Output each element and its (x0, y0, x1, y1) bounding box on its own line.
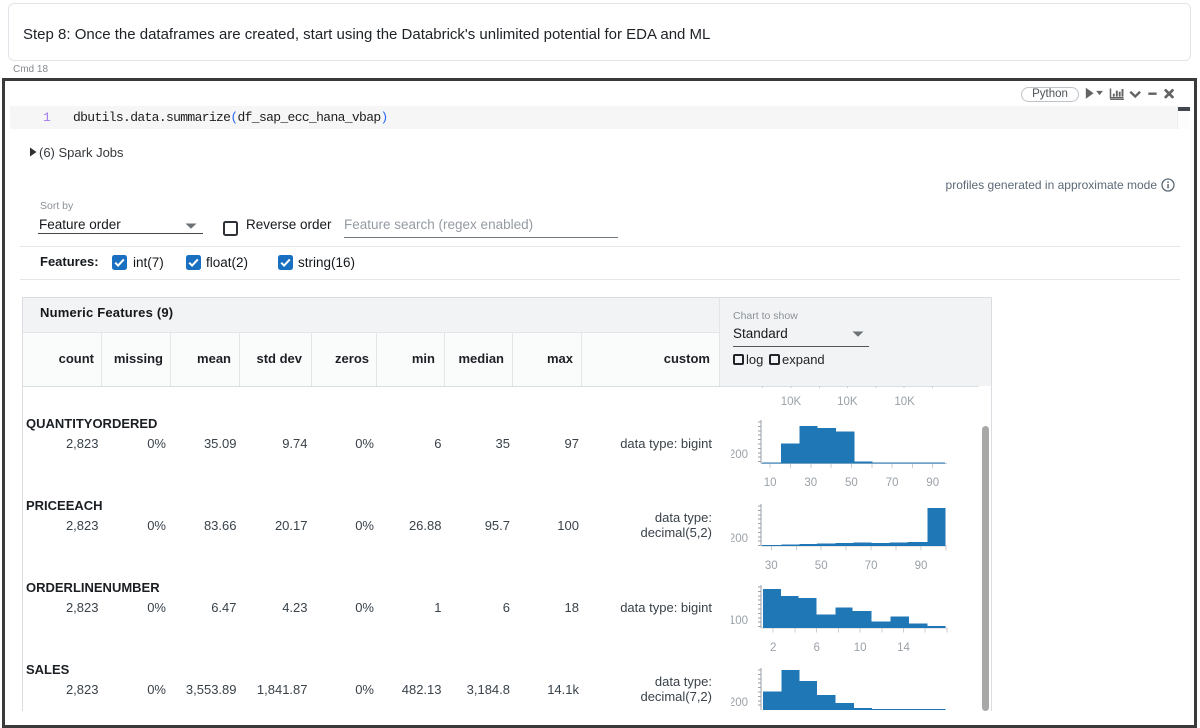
svg-text:90: 90 (915, 560, 928, 572)
svg-text:50: 50 (815, 560, 828, 572)
svg-text:10K: 10K (837, 396, 858, 408)
svg-text:10K: 10K (781, 396, 802, 408)
svg-text:200: 200 (731, 697, 748, 709)
svg-text:50: 50 (845, 477, 858, 489)
svg-text:10: 10 (764, 477, 777, 489)
svg-text:10K: 10K (894, 396, 915, 408)
svg-text:6: 6 (813, 642, 819, 654)
svg-text:90: 90 (926, 477, 939, 489)
svg-text:30: 30 (765, 560, 778, 572)
svg-text:10: 10 (854, 642, 867, 654)
svg-text:100: 100 (731, 615, 748, 627)
svg-text:200: 200 (731, 533, 748, 545)
svg-text:2: 2 (770, 642, 776, 654)
svg-text:70: 70 (865, 560, 878, 572)
svg-text:200: 200 (731, 449, 748, 461)
svg-text:70: 70 (886, 477, 899, 489)
svg-text:14: 14 (897, 642, 910, 654)
svg-text:30: 30 (804, 477, 817, 489)
